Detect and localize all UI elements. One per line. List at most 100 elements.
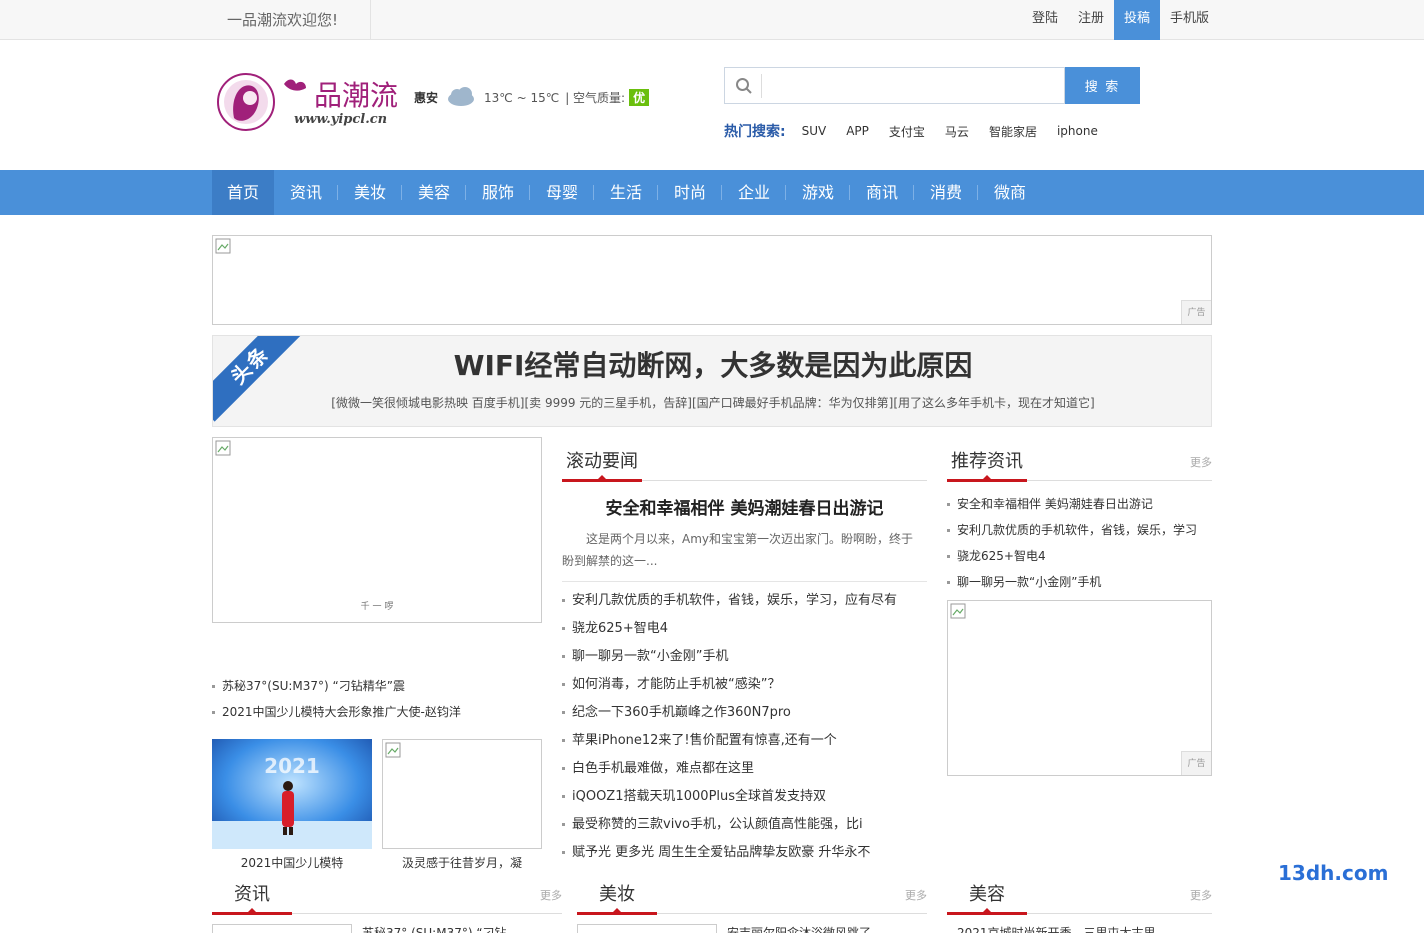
headline-title[interactable]: WIFI经常自动断网，大多数是因为此原因	[213, 344, 1211, 384]
weather-city: 惠安	[414, 91, 439, 105]
thumbnail-image[interactable]	[382, 739, 542, 849]
nav-item-life[interactable]: 生活	[594, 170, 658, 215]
search-box	[724, 67, 1065, 104]
mobile-link[interactable]: 手机版	[1160, 0, 1219, 40]
nav-item-baby[interactable]: 母婴	[530, 170, 594, 215]
weather-widget: 惠安 13℃ ~ 15℃ | 空气质量: 优	[414, 86, 650, 109]
section-title: 美容	[969, 884, 1005, 905]
list-item[interactable]: 安利几款优质的手机软件，省钱，娱乐，学习	[947, 520, 1212, 546]
nav-item-business[interactable]: 企业	[722, 170, 786, 215]
list-item[interactable]: 如何消毒，才能防止手机被“感染”？	[562, 674, 927, 702]
air-quality-badge: 优	[629, 89, 650, 106]
hot-search-item[interactable]: APP	[846, 124, 869, 138]
list-item[interactable]: 骁龙625+智电4	[562, 618, 927, 646]
welcome-text: 一品潮流欢迎您!	[212, 0, 371, 40]
more-link[interactable]: 更多	[1190, 887, 1212, 903]
feature-image[interactable]: 千 一 啰	[212, 437, 542, 623]
watermark: 13dh.com	[1278, 861, 1389, 885]
ad-tag: 广告	[1181, 751, 1211, 775]
weather-temp: 13℃ ~ 15℃	[484, 90, 560, 105]
nav-item-commerce-news[interactable]: 商讯	[850, 170, 914, 215]
list-item[interactable]: 安全和幸福相伴 美妈潮娃春日出游记	[947, 494, 1212, 520]
broken-image-icon	[950, 603, 966, 619]
logo-text: 品潮流	[314, 79, 399, 112]
headline-links[interactable]: [微微一笑很倾城电影热映 百度手机][卖 9999 元的三星手机，告辞][国产口…	[213, 394, 1211, 411]
list-item[interactable]: 2021京城时尚新开季，三里屯太古里	[957, 924, 1207, 933]
list-item[interactable]: 苹果iPhone12来了!售价配置有惊喜,还有一个	[562, 730, 927, 758]
hot-search-item[interactable]: 智能家居	[989, 123, 1037, 140]
search-input[interactable]	[761, 74, 1057, 98]
ad-tag: 广告	[1181, 300, 1211, 324]
thumbnail-caption[interactable]: 汲灵感于往昔岁月，凝	[382, 854, 542, 871]
section-header-beauty: 美容 更多	[947, 870, 1212, 915]
thumbnail-photo[interactable]: 2021	[212, 739, 372, 849]
section-underline	[212, 908, 292, 915]
top-story-title[interactable]: 安全和幸福相伴 美妈潮娃春日出游记	[562, 494, 927, 519]
top-bar: 一品潮流欢迎您! 登陆 注册 投稿 手机版	[0, 0, 1424, 40]
site-logo[interactable]: 品潮流 www.yipcl.cn	[216, 68, 408, 136]
list-item[interactable]: 白色手机最难做，难点都在这里	[562, 758, 927, 786]
section-thumbnail[interactable]	[212, 924, 352, 933]
nav-item-makeup[interactable]: 美妆	[338, 170, 402, 215]
list-item[interactable]: 骁龙625+智电4	[947, 546, 1212, 572]
section-header-recommended: 推荐资讯 更多	[947, 437, 1212, 482]
nav-item-wechat-business[interactable]: 微商	[978, 170, 1042, 215]
register-link[interactable]: 注册	[1068, 0, 1114, 40]
search-button[interactable]: 搜 索	[1065, 67, 1140, 104]
list-item[interactable]: 安利几款优质的手机软件，省钱，娱乐，学习，应有尽有	[562, 590, 927, 618]
list-item[interactable]: 苏秘37° (SU:M37°) “刁钻	[362, 924, 557, 933]
list-item[interactable]: 苏秘37°(SU:M37°) “刁钻精华”震	[212, 676, 542, 702]
logo-url: www.yipcl.cn	[294, 112, 388, 127]
nav-item-news[interactable]: 资讯	[274, 170, 338, 215]
list-item[interactable]: 安吉丽尔阳伞沐浴微风跳了	[727, 924, 922, 933]
section-header-rolling: 滚动要闻	[562, 437, 927, 482]
nav-item-trend[interactable]: 时尚	[658, 170, 722, 215]
rolling-news-list: 安利几款优质的手机软件，省钱，娱乐，学习，应有尽有 骁龙625+智电4 聊一聊另…	[562, 590, 927, 870]
list-item[interactable]: 纪念一下360手机巅峰之作360N7pro	[562, 702, 927, 730]
nav-item-games[interactable]: 游戏	[786, 170, 850, 215]
section-header-news: 资讯 更多	[212, 870, 562, 915]
hot-search-item[interactable]: 马云	[945, 123, 969, 140]
feature-image-caption: 千 一 啰	[360, 602, 394, 612]
list-item[interactable]: 2021中国少儿模特大会形象推广大使-赵钧洋	[212, 702, 542, 728]
list-item[interactable]: 最受称赞的三款vivo手机，公认颜值高性能强，比i	[562, 814, 927, 842]
login-link[interactable]: 登陆	[1022, 0, 1068, 40]
more-link[interactable]: 更多	[1190, 454, 1212, 470]
ad-side[interactable]: 广告	[947, 600, 1212, 776]
thumbnail-caption[interactable]: 2021中国少儿模特	[212, 854, 372, 871]
section-underline	[947, 475, 1027, 482]
top-links: 登陆 注册 投稿 手机版	[1022, 0, 1219, 40]
nav-item-fashion-wear[interactable]: 服饰	[466, 170, 530, 215]
nav-item-home[interactable]: 首页	[212, 170, 274, 215]
broken-image-icon	[385, 742, 401, 758]
list-item[interactable]: 赋予光 更多光 周生生全爱钻品牌挚友欧豪 升华永不	[562, 842, 927, 870]
more-link[interactable]: 更多	[540, 887, 562, 903]
list-item[interactable]: 聊一聊另一款“小金刚”手机	[562, 646, 927, 674]
section-title: 推荐资讯	[951, 451, 1023, 472]
more-link[interactable]: 更多	[905, 887, 927, 903]
list-item[interactable]: 聊一聊另一款“小金刚”手机	[947, 572, 1212, 598]
section-title: 美妆	[599, 884, 635, 905]
ad-banner[interactable]: 广告	[212, 235, 1212, 325]
section-thumbnail[interactable]	[577, 924, 717, 933]
section-header-makeup: 美妆 更多	[577, 870, 927, 915]
section-underline	[562, 475, 642, 482]
hot-search-label: 热门搜索:	[724, 124, 786, 140]
section-underline	[577, 908, 657, 915]
list-item[interactable]: iQOOZ1搭载天玑1000Plus全球首发支持双	[562, 786, 927, 814]
top-story-summary: 这是两个月以来，Amy和宝宝第一次迈出家门。盼啊盼，终于盼到解禁的这一...	[562, 532, 914, 568]
search-bar: 搜 索	[724, 67, 1140, 104]
submit-link[interactable]: 投稿	[1114, 0, 1161, 40]
nav-item-consumer[interactable]: 消费	[914, 170, 978, 215]
hot-search: 热门搜索: SUV APP 支付宝 马云 智能家居 iphone	[724, 121, 1118, 141]
cloud-icon	[446, 86, 476, 109]
hot-search-item[interactable]: SUV	[802, 124, 827, 138]
nav-item-beauty[interactable]: 美容	[402, 170, 466, 215]
divider	[562, 581, 927, 582]
broken-image-icon	[215, 238, 231, 254]
left-news-list: 苏秘37°(SU:M37°) “刁钻精华”震 2021中国少儿模特大会形象推广大…	[212, 676, 542, 728]
section-title: 资讯	[234, 884, 270, 905]
hot-search-item[interactable]: iphone	[1057, 124, 1098, 138]
hot-search-item[interactable]: 支付宝	[889, 123, 925, 140]
thumb-photo-text: 2021	[264, 754, 320, 778]
